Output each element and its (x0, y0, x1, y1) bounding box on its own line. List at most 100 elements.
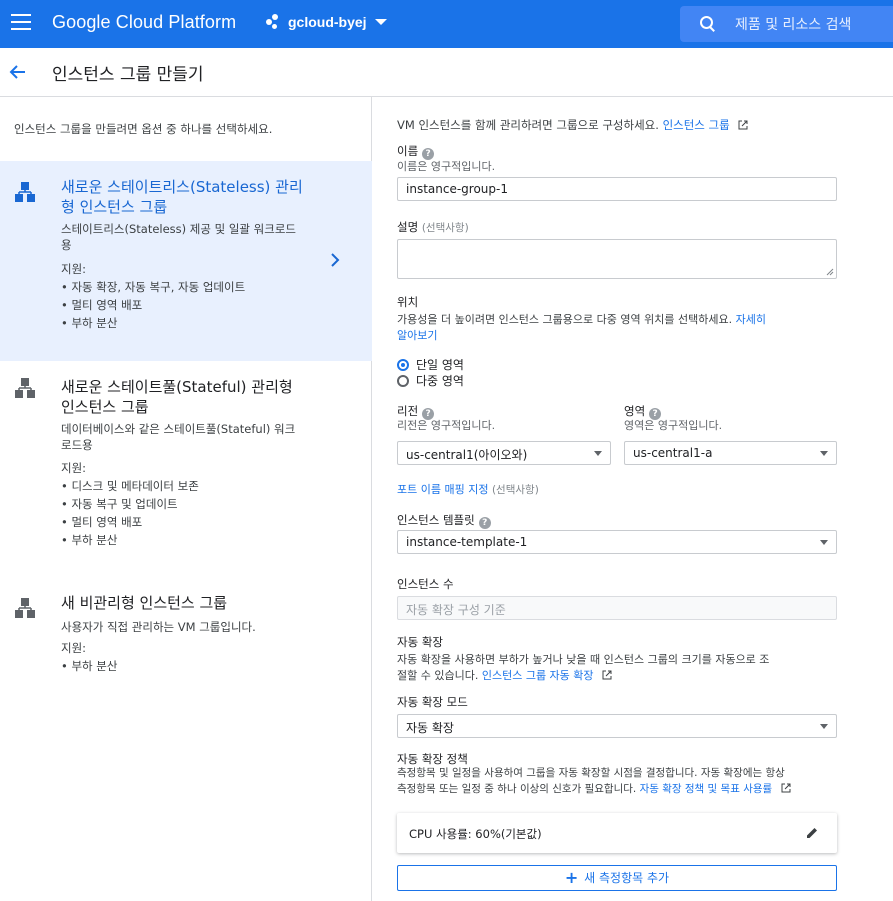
cpu-metric-text: CPU 사용률: 60%(기본값) (409, 827, 542, 841)
support-item: • 부하 분산 (61, 533, 118, 547)
radio-unchecked-icon (397, 374, 409, 387)
autoscale-desc-line: 절할 수 있습니다. (397, 669, 479, 682)
option-stateful-mig[interactable]: 새로운 스테이트풀(Stateful) 관리형 인스턴스 그룹 데이터베이스와 … (0, 361, 372, 561)
region-value: us-central1(아이오와) (406, 448, 528, 462)
region-select[interactable]: us-central1(아이오와) (397, 441, 611, 465)
instance-group-doc-link[interactable]: 인스턴스 그룹 (663, 118, 730, 132)
autoscale-label: 자동 확장 (397, 635, 443, 649)
panel-intro: 인스턴스 그룹을 만들려면 옵션 중 하나를 선택하세요. (14, 122, 273, 136)
option-support: 지원: • 자동 확장, 자동 복구, 자동 업데이트 • 멀티 영역 배포 •… (61, 260, 245, 332)
instance-count-field: 자동 확장 구성 기준 (397, 596, 837, 620)
support-item: • 자동 확장, 자동 복구, 자동 업데이트 (61, 280, 246, 294)
back-arrow-icon[interactable] (8, 62, 28, 82)
instance-group-icon (15, 598, 35, 618)
region-hint: 리전은 영구적입니다. (397, 419, 496, 432)
template-label: 인스턴스 템플릿 (397, 513, 475, 527)
radio-checked-icon (397, 358, 409, 371)
template-label-row: 인스턴스 템플릿? (397, 512, 491, 529)
autoscale-doc-link[interactable]: 인스턴스 그룹 자동 확장 (482, 669, 594, 682)
radio-label: 다중 영역 (416, 374, 464, 388)
help-icon[interactable]: ? (478, 517, 491, 529)
search-icon (700, 16, 716, 32)
support-item: • 부하 분산 (61, 659, 118, 673)
dropdown-arrow-icon (820, 540, 828, 545)
project-selector[interactable]: gcloud-byej (266, 14, 387, 30)
learn-more-link[interactable]: 알아보기 (397, 329, 437, 342)
radio-single-zone[interactable]: 단일 영역 (397, 356, 464, 373)
radio-multi-zone[interactable]: 다중 영역 (397, 372, 464, 389)
zone-select[interactable]: us-central1-a (624, 441, 837, 465)
instance-count-label: 인스턴스 수 (397, 577, 454, 591)
brand-title[interactable]: Google Cloud Platform (52, 12, 236, 33)
option-support: 지원: • 부하 분산 (61, 639, 117, 675)
location-desc-text: 가용성을 더 높이려면 인스턴스 그룹용으로 다중 영역 위치를 선택하세요. (397, 313, 733, 326)
autoscale-desc: 자동 확장을 사용하면 부하가 높거나 낮을 때 인스턴스 그룹의 크기를 자동… (397, 652, 842, 684)
form-intro: VM 인스턴스를 함께 관리하려면 그룹으로 구성하세요. 인스턴스 그룹 (397, 117, 748, 133)
top-app-bar: Google Cloud Platform gcloud-byej 제품 및 리… (0, 0, 893, 48)
port-mapping-row: 포트 이름 매핑 지정 (선택사항) (397, 481, 539, 497)
radio-label: 단일 영역 (416, 358, 464, 372)
description-label-row: 설명 (선택사항) (397, 219, 469, 235)
page-header: 인스턴스 그룹 만들기 (0, 48, 893, 97)
option-unmanaged-group[interactable]: 새 비관리형 인스턴스 그룹 사용자가 직접 관리하는 VM 그룹입니다. 지원… (0, 577, 372, 687)
port-mapping-link[interactable]: 포트 이름 매핑 지정 (397, 483, 488, 496)
description-field[interactable] (397, 239, 837, 279)
support-label: 지원: (61, 641, 87, 655)
edit-pencil-icon[interactable] (805, 826, 819, 840)
external-link-icon (738, 120, 748, 130)
autoscale-mode-value: 자동 확장 (406, 721, 454, 735)
learn-more-link[interactable]: 자세히 (736, 313, 766, 326)
support-item: • 부하 분산 (61, 316, 118, 330)
zone-value: us-central1-a (633, 446, 713, 460)
support-item: • 멀티 영역 배포 (61, 298, 143, 312)
policy-desc-line: 측정항목 및 일정을 사용하여 그룹을 자동 확장할 시점을 결정합니다. 자동… (397, 767, 785, 779)
autoscale-mode-label: 자동 확장 모드 (397, 695, 468, 709)
group-type-panel: 인스턴스 그룹을 만들려면 옵션 중 하나를 선택하세요. 새로운 스테이트리스… (0, 97, 372, 901)
external-link-icon (781, 783, 791, 793)
page-title: 인스턴스 그룹 만들기 (52, 65, 204, 85)
option-desc: 데이터베이스와 같은 스테이트풀(Stateful) 워크로드용 (61, 422, 296, 452)
autoscale-mode-select[interactable]: 자동 확장 (397, 714, 837, 738)
policy-doc-link[interactable]: 자동 확장 정책 및 목표 사용률 (640, 783, 773, 795)
chevron-down-icon (374, 19, 387, 25)
support-label: 지원: (61, 461, 87, 475)
name-label: 이름 (397, 144, 419, 158)
option-desc: 사용자가 직접 관리하는 VM 그룹입니다. (61, 620, 256, 634)
search-input[interactable]: 제품 및 리소스 검색 (735, 14, 851, 34)
location-label: 위치 (397, 295, 419, 309)
cpu-metric-card[interactable]: CPU 사용률: 60%(기본값) (397, 813, 837, 853)
autoscale-desc-line: 자동 확장을 사용하면 부하가 높거나 낮을 때 인스턴스 그룹의 크기를 자동… (397, 653, 770, 666)
resize-handle-icon[interactable] (826, 268, 834, 276)
support-label: 지원: (61, 262, 87, 276)
dropdown-arrow-icon (594, 451, 602, 456)
autoscale-policy-desc: 측정항목 및 일정을 사용하여 그룹을 자동 확장할 시점을 결정합니다. 자동… (397, 765, 847, 797)
instance-group-icon (15, 378, 35, 398)
instance-group-icon (15, 182, 35, 202)
add-metric-button[interactable]: + 새 측정항목 추가 (397, 865, 837, 891)
support-item: • 디스크 및 메타데이터 보존 (61, 479, 199, 493)
chevron-right-icon (331, 253, 340, 267)
description-label: 설명 (397, 220, 419, 234)
create-form: VM 인스턴스를 함께 관리하려면 그룹으로 구성하세요. 인스턴스 그룹 이름… (373, 97, 893, 901)
option-title: 새로운 스테이트리스(Stateless) 관리형 인스턴스 그룹 (61, 178, 303, 216)
option-stateless-mig[interactable]: 새로운 스테이트리스(Stateless) 관리형 인스턴스 그룹 스테이트리스… (0, 161, 372, 361)
support-item: • 자동 복구 및 업데이트 (61, 497, 178, 511)
search-bar[interactable]: 제품 및 리소스 검색 (680, 6, 893, 42)
external-link-icon (602, 670, 612, 680)
template-select[interactable]: instance-template-1 (397, 530, 837, 554)
region-label: 리전 (397, 404, 419, 418)
option-title: 새 비관리형 인스턴스 그룹 (61, 594, 228, 612)
name-field[interactable]: instance-group-1 (397, 177, 837, 201)
optional-tag: (선택사항) (421, 222, 469, 234)
dropdown-arrow-icon (820, 724, 828, 729)
policy-desc-line: 측정항목 또는 일정 중 하나 이상의 신호가 필요합니다. (397, 783, 637, 795)
menu-icon[interactable] (11, 14, 31, 34)
location-desc: 가용성을 더 높이려면 인스턴스 그룹용으로 다중 영역 위치를 선택하세요. … (397, 312, 837, 344)
dropdown-arrow-icon (820, 451, 828, 456)
option-title: 새로운 스테이트풀(Stateful) 관리형 인스턴스 그룹 (61, 378, 293, 416)
zone-hint: 영역은 영구적입니다. (624, 419, 723, 432)
option-support: 지원: • 디스크 및 메타데이터 보존 • 자동 복구 및 업데이트 • 멀티… (61, 459, 199, 549)
add-metric-label: 새 측정항목 추가 (584, 871, 670, 885)
support-item: • 멀티 영역 배포 (61, 515, 143, 529)
intro-text: VM 인스턴스를 함께 관리하려면 그룹으로 구성하세요. (397, 118, 659, 132)
